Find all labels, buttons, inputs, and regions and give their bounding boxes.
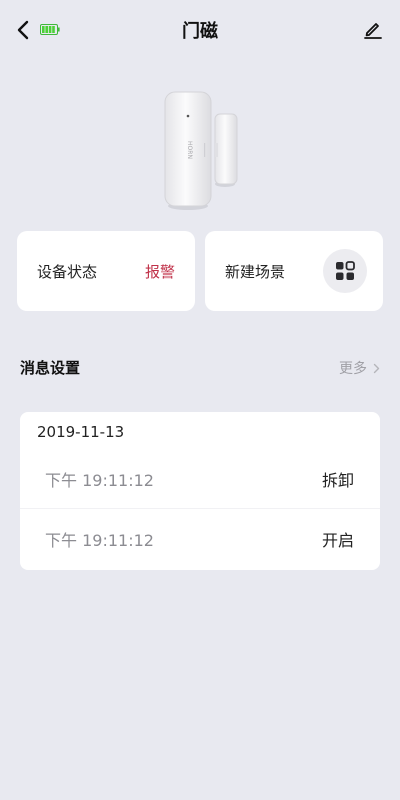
more-link[interactable]: 更多: [339, 358, 380, 378]
more-label: 更多: [339, 361, 367, 377]
grid-icon: [336, 261, 355, 280]
log-event: 开启: [321, 531, 354, 550]
new-scene-label: 新建场景: [225, 263, 286, 281]
message-log-card: 2019-11-13 下午 19:11:12 拆卸 下午 19:11:12 开启: [20, 412, 380, 570]
page-title: 门磁: [182, 21, 218, 42]
message-settings-title: 消息设置: [20, 359, 81, 377]
log-entry[interactable]: 下午 19:11:12 拆卸: [20, 449, 380, 509]
pencil-icon: [364, 23, 382, 39]
log-date: 2019-11-13: [37, 423, 125, 441]
log-time: 下午 19:11:12: [45, 471, 154, 490]
new-scene-card[interactable]: 新建场景: [205, 231, 383, 311]
status-badge: 报警: [144, 263, 175, 281]
chevron-right-icon: [373, 363, 380, 373]
top-bar: 门磁: [0, 0, 400, 60]
new-scene-button[interactable]: [323, 249, 367, 293]
edit-button[interactable]: [362, 18, 384, 40]
log-event: 拆卸: [321, 471, 354, 490]
device-status-card[interactable]: 设备状态 报警: [17, 231, 195, 311]
door-sensor-image: HORN: [164, 91, 238, 210]
device-status-label: 设备状态: [37, 263, 98, 281]
log-time: 下午 19:11:12: [45, 531, 154, 550]
log-entry[interactable]: 下午 19:11:12 开启: [20, 509, 380, 569]
brand-mark: HORN: [186, 141, 193, 159]
